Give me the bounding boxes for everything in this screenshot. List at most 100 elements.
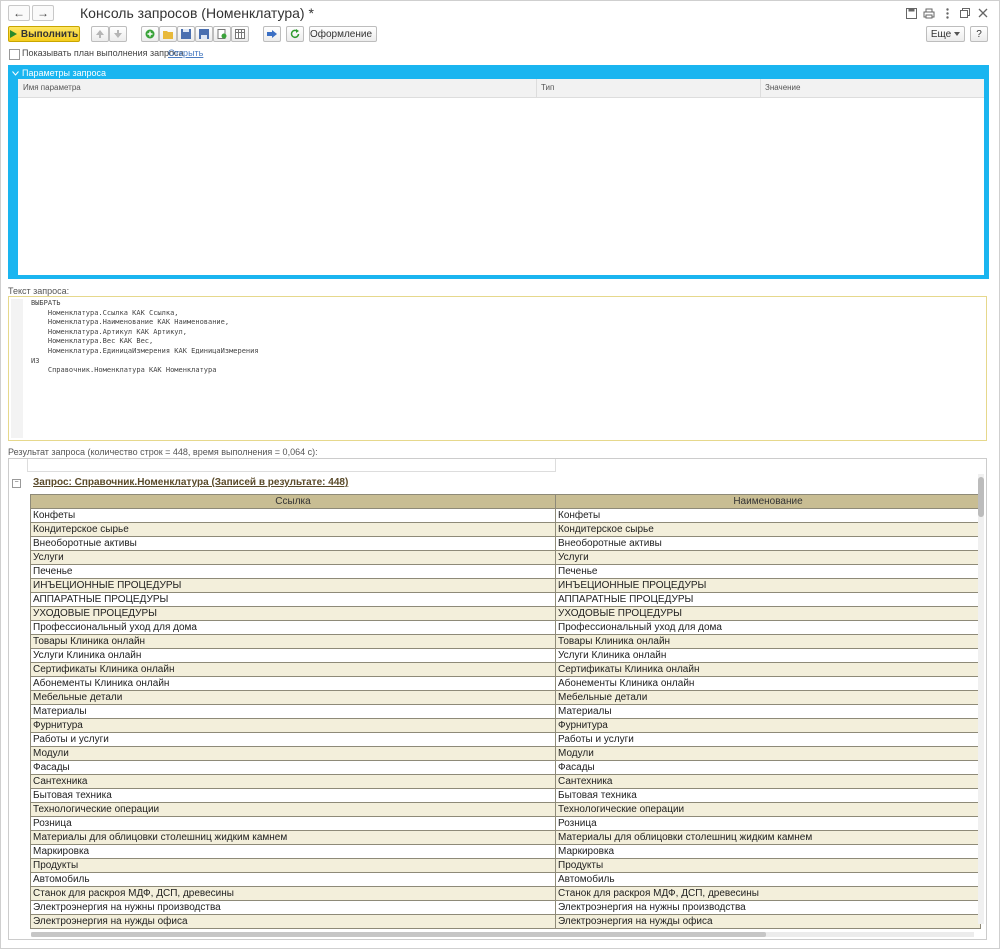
ref-cell[interactable]: Сантехника [30, 774, 556, 789]
ref-cell[interactable]: УХОДОВЫЕ ПРОЦЕДУРЫ [30, 606, 556, 621]
restore-icon[interactable] [957, 5, 973, 21]
ref-cell[interactable]: Кондитерское сырье [30, 522, 556, 537]
name-cell[interactable]: Электроэнергия на нужды офиса [555, 914, 981, 929]
open-file-button[interactable] [159, 26, 177, 42]
ref-cell[interactable]: Услуги Клиника онлайн [30, 648, 556, 663]
name-cell[interactable]: Сантехника [555, 774, 981, 789]
table-row[interactable]: Товары Клиника онлайн Товары Клиника онла… [30, 634, 981, 649]
ref-cell[interactable]: Электроэнергия на нужды офиса [30, 914, 556, 929]
ref-cell[interactable]: Сертификаты Клиника онлайн [30, 662, 556, 677]
table-row[interactable]: АППАРАТНЫЕ ПРОЦЕДУРЫ АППАРАТНЫЕ ПРОЦЕДУРЫ [30, 592, 981, 607]
table-row[interactable]: Материалы Материалы [30, 704, 981, 719]
ref-cell[interactable]: Фурнитура [30, 718, 556, 733]
horizontal-scroll-thumb[interactable] [31, 932, 766, 937]
step-button[interactable] [263, 26, 281, 42]
ref-cell[interactable]: Мебельные детали [30, 690, 556, 705]
forward-button[interactable]: → [32, 5, 54, 21]
ref-cell[interactable]: Внеоборотные активы [30, 536, 556, 551]
name-cell[interactable]: Фасады [555, 760, 981, 775]
table-row[interactable]: Маркировка Маркировка [30, 844, 981, 859]
result-table[interactable]: Ссылка Наименование Конфеты Конфеты Кондит… [30, 494, 981, 929]
ref-cell[interactable]: Бытовая техника [30, 788, 556, 803]
table-row[interactable]: Кондитерское сырье Кондитерское сырье [30, 522, 981, 537]
ref-cell[interactable]: АППАРАТНЫЕ ПРОЦЕДУРЫ [30, 592, 556, 607]
name-cell[interactable]: Работы и услуги [555, 732, 981, 747]
name-cell[interactable]: Услуги Клиника онлайн [555, 648, 981, 663]
ref-cell[interactable]: Товары Клиника онлайн [30, 634, 556, 649]
table-row[interactable]: Абонементы Клиника онлайн Абонементы Клин… [30, 676, 981, 691]
name-cell[interactable]: Фурнитура [555, 718, 981, 733]
ref-column-header[interactable]: Ссылка [30, 494, 556, 509]
ref-cell[interactable]: Электроэнергия на нужны производства [30, 900, 556, 915]
ref-cell[interactable]: Маркировка [30, 844, 556, 859]
param-value-column[interactable]: Значение [765, 83, 800, 92]
ref-cell[interactable]: Работы и услуги [30, 732, 556, 747]
add-button[interactable] [141, 26, 159, 42]
params-header[interactable]: Параметры запроса [12, 68, 106, 78]
ref-cell[interactable]: Услуги [30, 550, 556, 565]
refresh-button[interactable] [286, 26, 304, 42]
more-dropdown[interactable]: Еще [926, 26, 965, 42]
params-table[interactable]: Имя параметра Тип Значение [18, 79, 984, 275]
ref-cell[interactable]: Продукты [30, 858, 556, 873]
help-button[interactable]: ? [970, 26, 988, 42]
show-plan-checkbox[interactable] [9, 49, 20, 60]
ref-cell[interactable]: Абонементы Клиника онлайн [30, 676, 556, 691]
ref-cell[interactable]: Печенье [30, 564, 556, 579]
name-cell[interactable]: Розница [555, 816, 981, 831]
name-cell[interactable]: Конфеты [555, 508, 981, 523]
save-as-button[interactable] [195, 26, 213, 42]
name-cell[interactable]: Печенье [555, 564, 981, 579]
ref-cell[interactable]: Материалы [30, 704, 556, 719]
menu-icon[interactable] [939, 5, 955, 21]
name-cell[interactable]: Сертификаты Клиника онлайн [555, 662, 981, 677]
result-panel[interactable]: − Запрос: Справочник.Номенклатура (Запис… [8, 458, 987, 940]
name-cell[interactable]: Автомобиль [555, 872, 981, 887]
name-cell[interactable]: Абонементы Клиника онлайн [555, 676, 981, 691]
table-row[interactable]: Сертификаты Клиника онлайн Сертификаты Кл… [30, 662, 981, 677]
table-row[interactable]: Модули Модули [30, 746, 981, 761]
table-row[interactable]: Материалы для облицовки столешниц жидким… [30, 830, 981, 845]
run-button[interactable]: Выполнить [8, 26, 80, 42]
name-cell[interactable]: Бытовая техника [555, 788, 981, 803]
ref-cell[interactable]: Профессиональный уход для дома [30, 620, 556, 635]
table-row[interactable]: Фурнитура Фурнитура [30, 718, 981, 733]
table-row[interactable]: Автомобиль Автомобиль [30, 872, 981, 887]
name-cell[interactable]: Станок для раскроя МДФ, ДСП, древесины [555, 886, 981, 901]
table-row[interactable]: Электроэнергия на нужны производства Элек… [30, 900, 981, 915]
table-row[interactable]: УХОДОВЫЕ ПРОЦЕДУРЫ УХОДОВЫЕ ПРОЦЕДУРЫ [30, 606, 981, 621]
ref-cell[interactable]: Модули [30, 746, 556, 761]
result-title[interactable]: Запрос: Справочник.Номенклатура (Записей… [33, 477, 348, 488]
open-plan-link[interactable]: Открыть [168, 48, 203, 58]
name-cell[interactable]: АППАРАТНЫЕ ПРОЦЕДУРЫ [555, 592, 981, 607]
name-cell[interactable]: ИНЪЕЦИОННЫЕ ПРОЦЕДУРЫ [555, 578, 981, 593]
back-button[interactable]: ← [8, 5, 30, 21]
table-button[interactable] [231, 26, 249, 42]
name-cell[interactable]: Профессиональный уход для дома [555, 620, 981, 635]
vertical-scroll-thumb[interactable] [978, 477, 984, 517]
table-row[interactable]: Конфеты Конфеты [30, 508, 981, 523]
param-name-column[interactable]: Имя параметра [23, 83, 81, 92]
table-row[interactable]: Продукты Продукты [30, 858, 981, 873]
query-text[interactable]: ВЫБРАТЬ Номенклатура.Ссылка КАК Ссылка, … [31, 299, 259, 376]
ref-cell[interactable]: Станок для раскроя МДФ, ДСП, древесины [30, 886, 556, 901]
name-cell[interactable]: Маркировка [555, 844, 981, 859]
table-row[interactable]: Работы и услуги Работы и услуги [30, 732, 981, 747]
table-row[interactable]: Услуги Клиника онлайн Услуги Клиника онла… [30, 648, 981, 663]
ref-cell[interactable]: ИНЪЕЦИОННЫЕ ПРОЦЕДУРЫ [30, 578, 556, 593]
table-row[interactable]: Технологические операции Технологические … [30, 802, 981, 817]
table-row[interactable]: Внеоборотные активы Внеоборотные активы [30, 536, 981, 551]
print-icon[interactable] [921, 5, 937, 21]
name-cell[interactable]: Электроэнергия на нужны производства [555, 900, 981, 915]
save-file-button[interactable] [177, 26, 195, 42]
name-cell[interactable]: Внеоборотные активы [555, 536, 981, 551]
table-row[interactable]: Мебельные детали Мебельные детали [30, 690, 981, 705]
name-cell[interactable]: Мебельные детали [555, 690, 981, 705]
table-row[interactable]: Станок для раскроя МДФ, ДСП, древесины Ст… [30, 886, 981, 901]
name-cell[interactable]: Модули [555, 746, 981, 761]
ref-cell[interactable]: Технологические операции [30, 802, 556, 817]
param-type-column[interactable]: Тип [541, 83, 554, 92]
design-dropdown[interactable]: Оформление [309, 26, 377, 42]
collapse-toggle-icon[interactable]: − [12, 479, 21, 488]
save-icon[interactable] [903, 5, 919, 21]
